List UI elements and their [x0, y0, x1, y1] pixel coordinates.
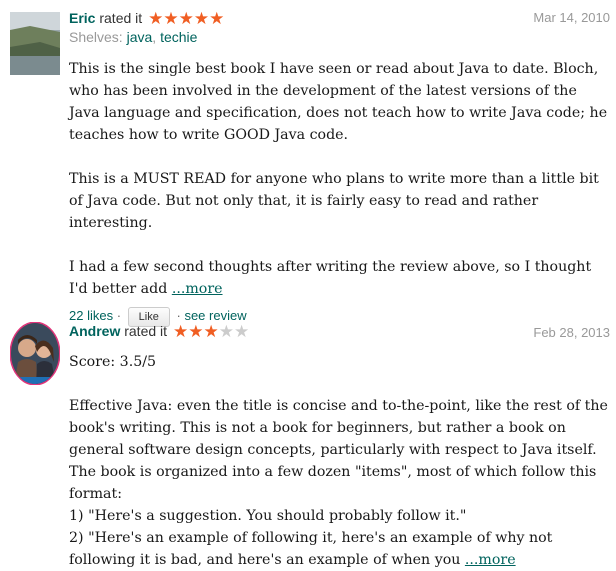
shelf-link-java[interactable]: java — [127, 29, 153, 45]
review-line: Effective Java: even the title is concis… — [69, 398, 608, 502]
avatar[interactable] — [10, 322, 60, 385]
shelves: Shelves: java, techie — [69, 29, 198, 45]
review-paragraph: Effective Java: even the title is concis… — [69, 395, 610, 571]
review-eric: Eric rated it ★★★★★ Mar 14, 2010 Shelves… — [0, 0, 616, 327]
star-empty-icon: ★ — [218, 322, 234, 341]
star-icon: ★ — [193, 9, 210, 28]
review-paragraph: This is the single best book I have seen… — [69, 61, 608, 143]
review-text: This is the single best book I have seen… — [69, 58, 610, 300]
star-icon: ★ — [178, 9, 194, 28]
avatar[interactable] — [10, 12, 60, 75]
review-line: 2) "Here's an example of following it, h… — [69, 527, 610, 571]
rated-it-label: rated it — [99, 10, 143, 26]
star-icon: ★ — [172, 322, 189, 341]
review-date[interactable]: Feb 28, 2013 — [533, 325, 610, 340]
review-paragraph: Score: 3.5/5 — [69, 354, 157, 370]
reviewer-name[interactable]: Eric — [69, 10, 95, 26]
review-header: Eric rated it ★★★★★ — [69, 9, 610, 28]
star-rating: ★★★★★ — [148, 10, 224, 28]
shelf-link-techie[interactable]: techie — [160, 29, 197, 45]
reviewer-name[interactable]: Andrew — [69, 323, 120, 339]
star-icon: ★ — [188, 322, 204, 341]
more-link[interactable]: ...more — [172, 281, 223, 297]
review-text: Score: 3.5/5 Effective Java: even the ti… — [69, 351, 610, 571]
star-icon: ★ — [148, 9, 164, 28]
review-line: 1) "Here's a suggestion. You should prob… — [69, 508, 467, 524]
rated-it-label: rated it — [124, 323, 168, 339]
review-paragraph: I had a few second thoughts after writin… — [69, 256, 610, 300]
review-date[interactable]: Mar 14, 2010 — [533, 10, 610, 25]
star-icon: ★ — [203, 322, 219, 341]
review-andrew: Andrew rated it ★★★★★ Feb 28, 2013 Score… — [0, 318, 616, 568]
shelves-label: Shelves: — [69, 29, 123, 45]
star-empty-icon: ★ — [233, 322, 250, 341]
more-link[interactable]: ...more — [465, 552, 516, 568]
review-header: Andrew rated it ★★★★★ — [69, 322, 610, 341]
star-icon: ★ — [163, 9, 179, 28]
star-icon: ★ — [209, 9, 225, 28]
review-paragraph: This is a MUST READ for anyone who plans… — [69, 171, 599, 231]
review-paragraph-text: I had a few second thoughts after writin… — [69, 259, 592, 297]
star-rating: ★★★★★ — [173, 323, 249, 341]
